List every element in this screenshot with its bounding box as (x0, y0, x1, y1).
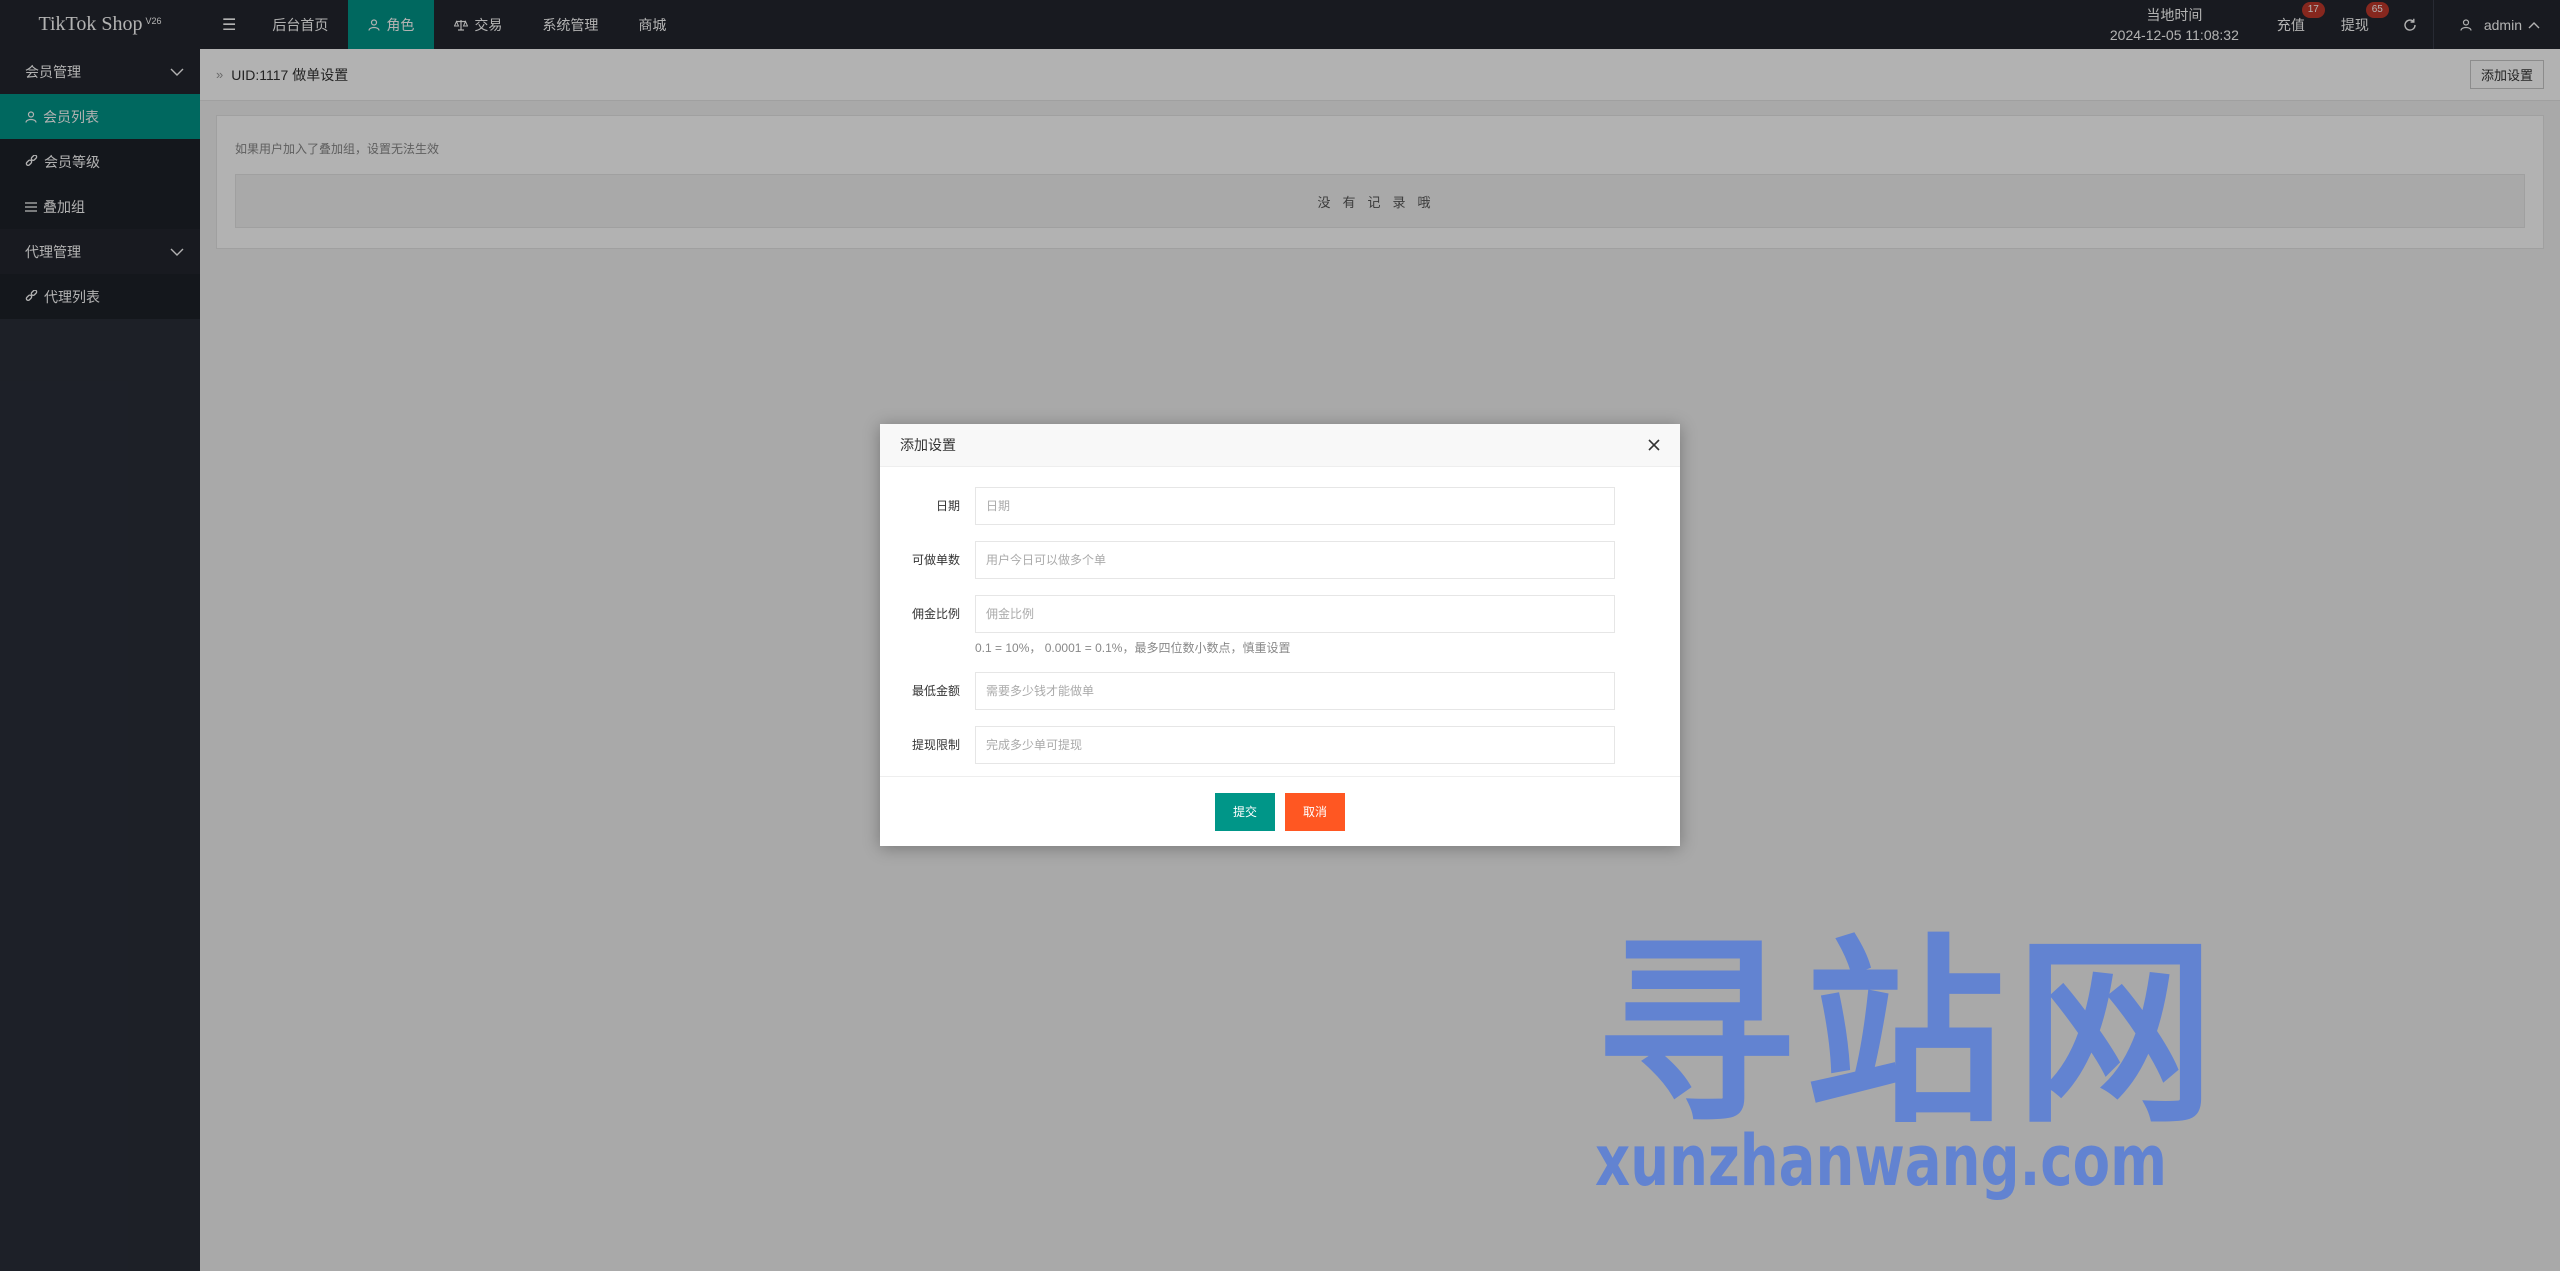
orders-input[interactable] (975, 541, 1615, 579)
form-row-date: 日期 (880, 487, 1680, 525)
watermark-cn: 寻站网 (1595, 918, 2226, 1151)
withdraw-limit-label: 提现限制 (911, 738, 960, 752)
dialog-title: 添加设置 (900, 437, 956, 453)
commission-hint: 0.1 = 10%， 0.0001 = 0.1%，最多四位数小数点，慎重设置 (975, 641, 1291, 655)
dialog-footer: 提交 取消 (880, 776, 1680, 846)
submit-button[interactable]: 提交 (1214, 792, 1275, 831)
orders-label: 可做单数 (911, 553, 960, 567)
commission-label: 佣金比例 (911, 607, 960, 621)
commission-input[interactable] (975, 595, 1615, 633)
form-row-withdraw-limit: 提现限制 (880, 726, 1680, 764)
form-row-commission: 佣金比例 0.1 = 10%， 0.0001 = 0.1%，最多四位数小数点，慎… (880, 595, 1680, 656)
date-input[interactable] (975, 487, 1615, 525)
date-label: 日期 (935, 499, 960, 513)
setting-form: 日期 可做单数 佣金比例 0.1 = 10%， 0.0001 = 0.1%，最多… (880, 467, 1680, 764)
cancel-button[interactable]: 取消 (1285, 792, 1346, 831)
watermark: 寻站网 xunzhanwang.com (1595, 935, 2215, 1215)
min-amount-input[interactable] (975, 672, 1615, 710)
withdraw-limit-input[interactable] (975, 726, 1615, 764)
dialog-header: 添加设置 (880, 424, 1680, 467)
add-setting-dialog: 添加设置 日期 可做单数 佣金比例 0.1 = 10%， 0.0001 = 0.… (880, 424, 1680, 846)
form-row-min-amount: 最低金额 (880, 672, 1680, 710)
min-amount-label: 最低金额 (911, 684, 960, 698)
close-icon[interactable] (1644, 435, 1664, 455)
form-row-orders: 可做单数 (880, 541, 1680, 579)
watermark-en: xunzhanwang.com (1595, 1120, 2168, 1202)
